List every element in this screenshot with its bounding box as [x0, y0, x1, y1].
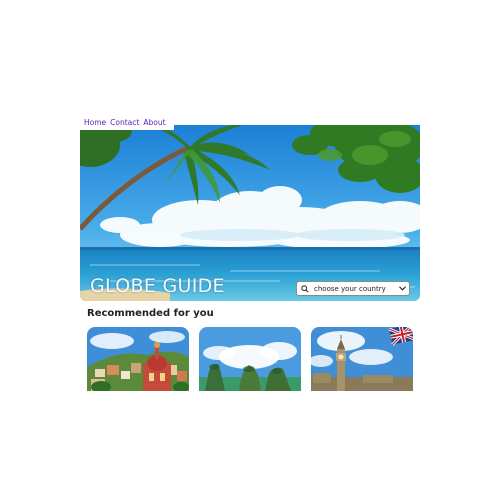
- recommended-heading: Recommended for you: [87, 308, 214, 319]
- recommended-card[interactable]: [311, 327, 413, 391]
- chevron-down-icon: [397, 282, 407, 295]
- london-image: [311, 327, 413, 391]
- town-image: [87, 327, 189, 391]
- top-nav: Home Contact About: [80, 118, 174, 130]
- nav-about-link[interactable]: About: [143, 118, 165, 128]
- nav-contact-link[interactable]: Contact: [110, 118, 139, 128]
- country-select-value: choose your country: [314, 284, 386, 293]
- hero-banner: GLOBE GUIDE choose your country: [80, 125, 420, 301]
- recommended-card[interactable]: [199, 327, 301, 391]
- nav-home-link[interactable]: Home: [84, 118, 106, 128]
- recommended-card[interactable]: [87, 327, 189, 391]
- site-title: GLOBE GUIDE: [90, 275, 225, 297]
- search-icon: [299, 282, 311, 295]
- islands-image: [199, 327, 301, 391]
- page: Home Contact About GLOBE GUIDE choose yo…: [0, 0, 500, 500]
- country-select[interactable]: choose your country: [296, 281, 410, 296]
